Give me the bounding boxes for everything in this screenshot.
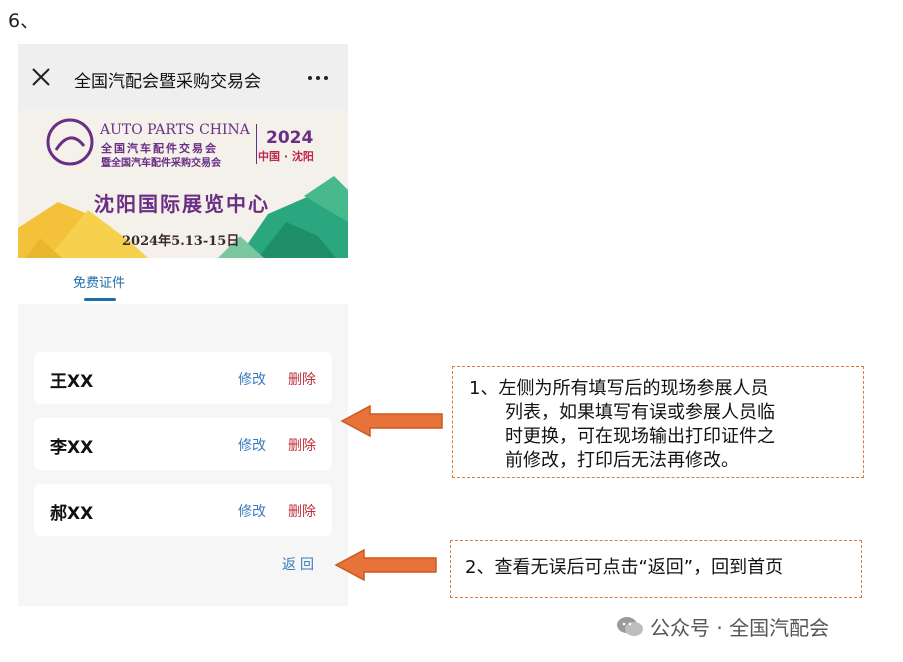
brand-chinese-line2: 暨全国汽车配件采购交易会 <box>101 158 221 169</box>
tab-free-pass[interactable]: 免费证件 <box>73 272 125 291</box>
attendee-card: 郝XX 修改 删除 <box>34 484 332 536</box>
mini-program-header: 全国汽配会暨采购交易会 <box>18 44 348 110</box>
left-arrow-icon <box>340 404 443 438</box>
callout-text: 2、查看无误后可点击“返回”，回到首页 <box>465 557 784 578</box>
event-year: 2024 <box>266 128 314 148</box>
wechat-icon <box>617 616 643 636</box>
edit-button[interactable]: 修改 <box>238 501 266 521</box>
event-banner: AUTO PARTS CHINA 全国汽车配件交易会 暨全国汽车配件采购交易会 … <box>18 110 348 258</box>
delete-button[interactable]: 删除 <box>288 501 316 521</box>
close-icon[interactable] <box>30 66 52 88</box>
callout-attendee-list: 1、左侧为所有填写后的现场参展人员 列表，如果填写有误或参展人员临 时更换，可在… <box>452 366 864 478</box>
event-location: 中国 · 沈阳 <box>258 150 314 163</box>
watermark-text: 公众号 · 全国汽配会 <box>650 616 830 640</box>
watermark: 公众号 · 全国汽配会 <box>616 612 829 641</box>
more-options-icon[interactable] <box>308 76 328 80</box>
attendee-name: 王XX <box>50 372 94 392</box>
brand-english: AUTO PARTS CHINA <box>100 122 250 138</box>
phone-screenshot: 全国汽配会暨采购交易会 AUTO PARTS CHINA 全国汽车配件交易会 暨… <box>18 44 348 606</box>
edit-button[interactable]: 修改 <box>238 435 266 455</box>
tab-active-indicator <box>84 298 116 301</box>
step-number: 6、 <box>8 10 40 32</box>
event-venue: 沈阳国际展览中心 <box>94 192 270 216</box>
event-dates: 2024年5.13-15日 <box>122 234 240 249</box>
tab-bar: 免费证件 <box>18 258 348 304</box>
left-arrow-icon <box>334 548 437 582</box>
back-button[interactable]: 返回 <box>282 554 318 574</box>
callout-back: 2、查看无误后可点击“返回”，回到首页 <box>450 540 862 598</box>
attendee-name: 郝XX <box>50 504 94 524</box>
brand-divider <box>256 124 257 164</box>
delete-button[interactable]: 删除 <box>288 369 316 389</box>
callout-text: 列表，如果填写有误或参展人员临 <box>505 402 775 423</box>
callout-text: 时更换，可在现场输出打印证件之 <box>505 426 775 447</box>
page-title: 全国汽配会暨采购交易会 <box>74 72 261 92</box>
callout-text: 1、左侧为所有填写后的现场参展人员 <box>469 378 769 399</box>
delete-button[interactable]: 删除 <box>288 435 316 455</box>
callout-text: 前修改，打印后无法再修改。 <box>505 450 739 471</box>
attendee-card: 王XX 修改 删除 <box>34 352 332 404</box>
attendee-card: 李XX 修改 删除 <box>34 418 332 470</box>
edit-button[interactable]: 修改 <box>238 369 266 389</box>
attendee-name: 李XX <box>50 438 94 458</box>
